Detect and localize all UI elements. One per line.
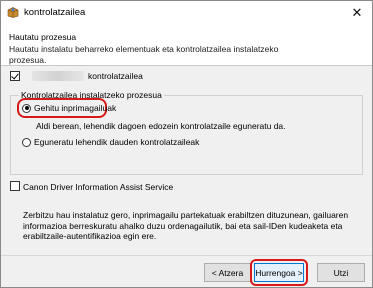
radio-add-printers-description: Aldi berean, lehendik dagoen edozein kon… [36,121,286,131]
radio-button-unselected[interactable] [22,137,31,147]
assist-service-description: Zerbitzu hau instalatuz gero, inprimagai… [23,210,349,241]
radio-add-printers[interactable]: Gehitu inprimagailuak [22,101,116,115]
step-header: Hautatu prozesua Hautatu instalatu behar… [1,25,372,66]
next-button[interactable]: Hurrengoa > [254,263,304,282]
radio-update-drivers[interactable]: Eguneratu lehendik dauden kontrolatzaile… [22,135,199,149]
step-body: kontrolatzailea Kontrolatzailea instalat… [1,67,372,255]
cancel-button[interactable]: Utzi [317,263,365,282]
radio-button-selected[interactable] [22,103,31,113]
assist-service-label: Canon Driver Information Assist Service [23,182,174,192]
driver-checkbox[interactable] [10,71,20,81]
radio-update-drivers-label: Eguneratu lehendik dauden kontrolatzaile… [34,137,200,147]
step-description: Hautatu instalatu beharreko elementuak e… [9,44,279,65]
assist-service-checkbox[interactable] [10,181,20,191]
installer-icon [7,7,19,18]
redacted-driver-name [32,71,84,81]
driver-label: kontrolatzailea [88,71,143,81]
back-button[interactable]: < Atzera [204,263,251,282]
radio-add-printers-label: Gehitu inprimagailuak [34,103,117,113]
installer-window: kontrolatzailea ✕ Hautatu prozesua Hauta… [0,0,373,288]
step-title: Hautatu prozesua [9,32,77,42]
close-icon: ✕ [351,5,363,21]
window-title: kontrolatzailea [24,7,86,18]
footer-divider [1,255,372,256]
close-button[interactable]: ✕ [342,1,372,25]
title-bar: kontrolatzailea ✕ [1,1,372,25]
